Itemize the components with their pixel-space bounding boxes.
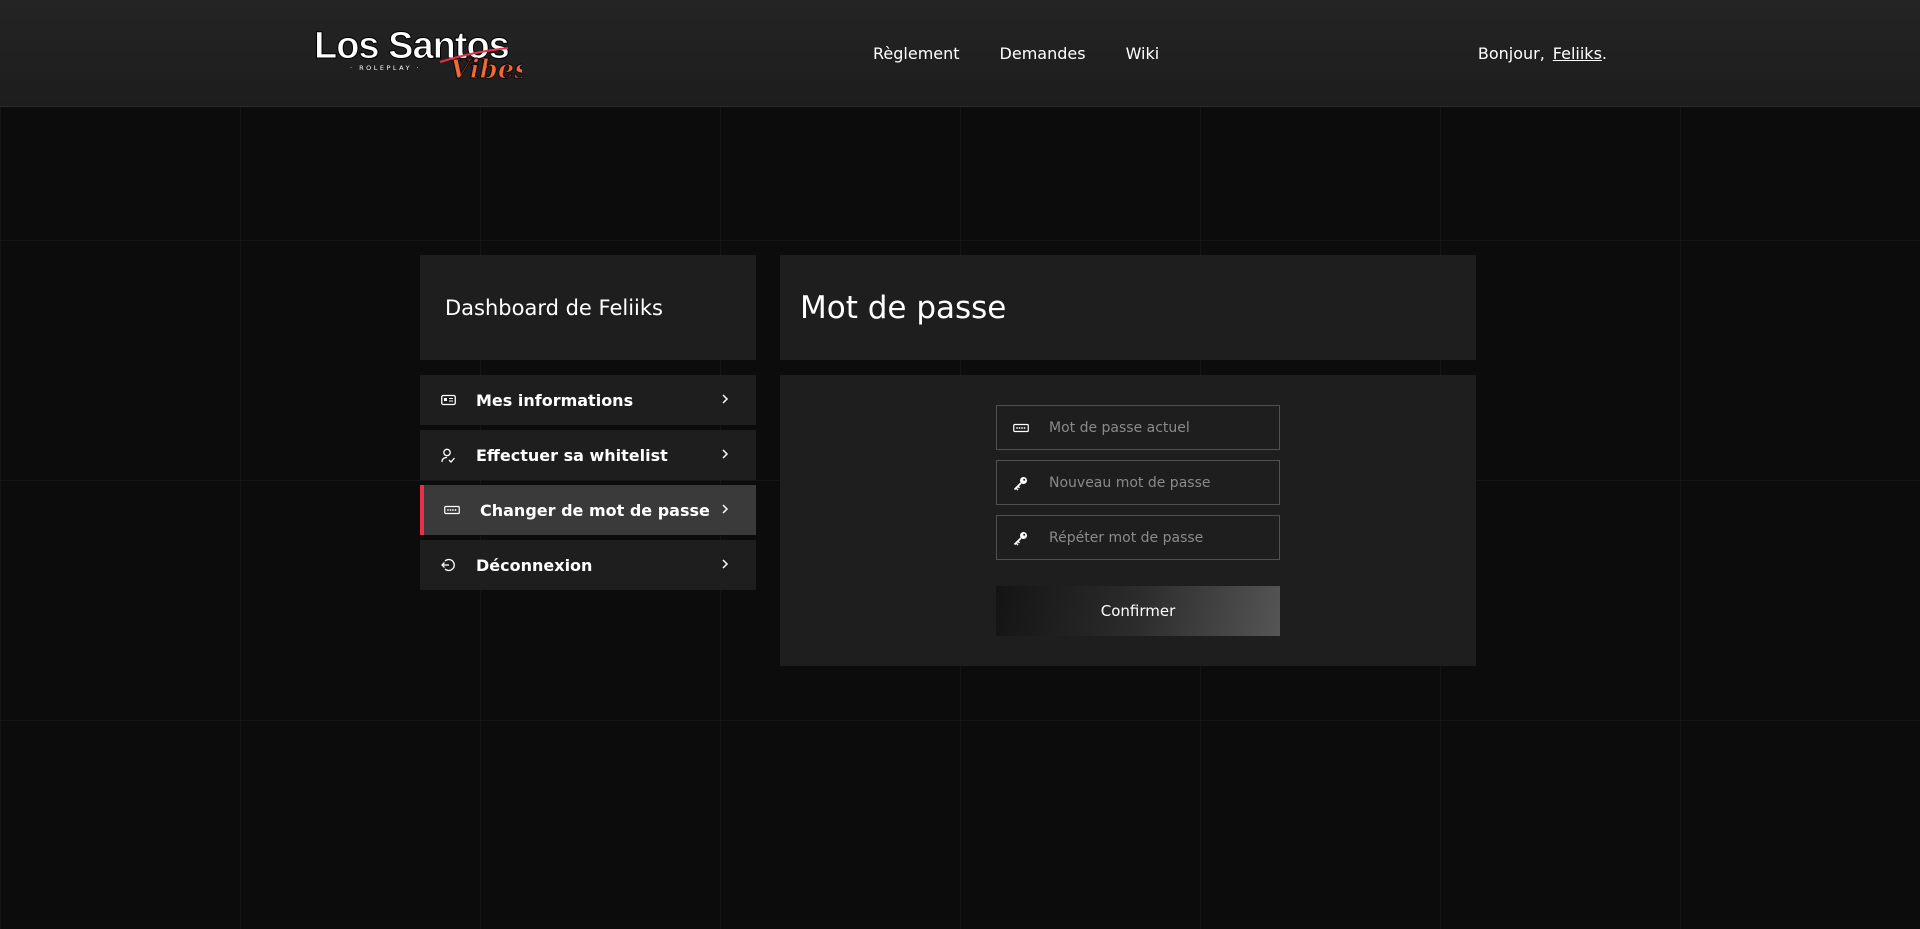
chevron-right-icon: [722, 394, 729, 404]
greeting-suffix: .: [1601, 43, 1607, 63]
greeting-text: Bonjour,: [1477, 43, 1545, 63]
nav-link-wiki[interactable]: Wiki: [1126, 44, 1160, 63]
password-form: Confirmer: [780, 375, 1476, 666]
current-password-input[interactable]: [1049, 419, 1259, 436]
repeat-password-field: [996, 515, 1280, 560]
chevron-right-icon: [722, 504, 729, 514]
new-password-field: [996, 460, 1280, 505]
id-card-icon: [440, 392, 456, 408]
password-icon: [444, 502, 460, 518]
key-icon: [1011, 530, 1031, 546]
user-check-icon: [440, 447, 456, 463]
sidebar-item-label: Changer de mot de passe: [480, 500, 710, 520]
current-password-field: [996, 405, 1280, 450]
sidebar-item-mes-informations[interactable]: Mes informations: [420, 375, 756, 425]
new-password-input[interactable]: [1049, 474, 1259, 491]
sidebar-title: Dashboard de Feliiks: [445, 295, 663, 320]
sidebar-item-label: Mes informations: [476, 390, 634, 410]
sidebar-item-label: Effectuer sa whitelist: [476, 445, 668, 465]
username-link[interactable]: Feliiks: [1553, 44, 1602, 63]
svg-text:· ROLEPLAY ·: · ROLEPLAY ·: [350, 64, 421, 72]
chevron-right-icon: [722, 559, 729, 569]
repeat-password-input[interactable]: [1049, 529, 1259, 546]
chevron-right-icon: [722, 449, 729, 459]
sidebar-item-whitelist[interactable]: Effectuer sa whitelist: [420, 430, 756, 480]
los-santos-vibes-logo[interactable]: Los Santos · ROLEPLAY · Vibes: [312, 22, 523, 86]
logout-icon: [440, 557, 456, 573]
user-greeting: Bonjour, Feliiks .: [1478, 0, 1607, 106]
main-nav: Règlement Demandes Wiki: [873, 0, 1159, 106]
main-header: Mot de passe: [780, 255, 1476, 360]
nav-link-reglement[interactable]: Règlement: [873, 44, 960, 63]
svg-text:Vibes: Vibes: [450, 55, 522, 85]
sidebar-item-changer-mot-de-passe[interactable]: Changer de mot de passe: [420, 485, 756, 535]
page-title: Mot de passe: [800, 289, 1007, 326]
confirm-button[interactable]: Confirmer: [996, 586, 1280, 636]
password-icon: [1011, 420, 1031, 436]
sidebar-menu: Mes informations Effectuer sa whitelist …: [420, 375, 756, 595]
sidebar-item-deconnexion[interactable]: Déconnexion: [420, 540, 756, 590]
nav-link-demandes[interactable]: Demandes: [1000, 44, 1086, 63]
sidebar-header: Dashboard de Feliiks: [420, 255, 756, 360]
key-icon: [1011, 475, 1031, 491]
top-header: Los Santos · ROLEPLAY · Vibes Règlement …: [0, 0, 1920, 107]
sidebar-item-label: Déconnexion: [476, 555, 593, 575]
